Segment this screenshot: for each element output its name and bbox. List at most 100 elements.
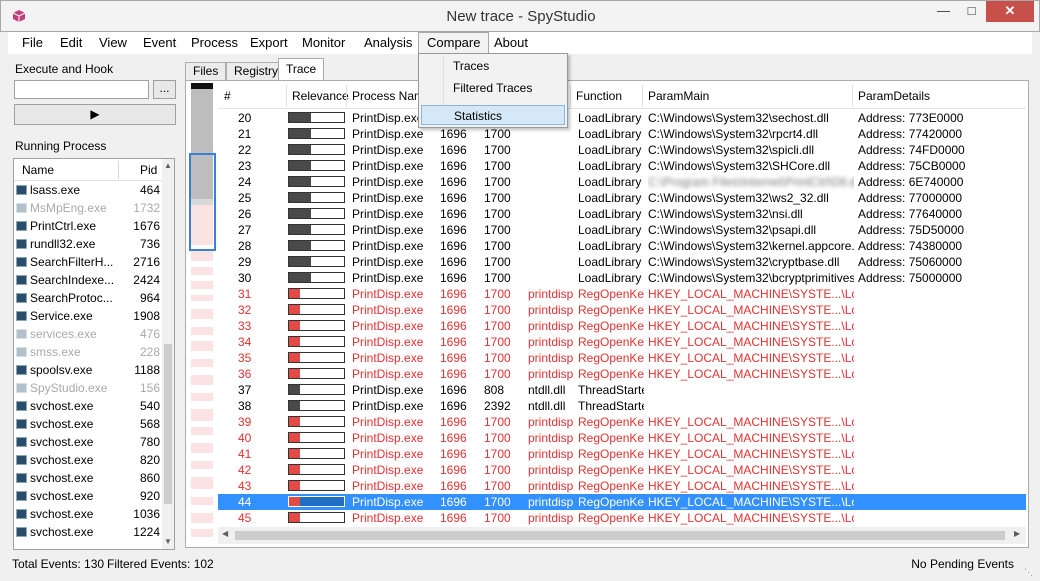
cell-number: 22 (238, 143, 252, 157)
trace-row[interactable]: 43 PrintDisp.exe 1696 1700 printdisp. RegOpen… (218, 478, 1026, 494)
minimap-block (191, 341, 213, 351)
column-pid[interactable]: Pid (140, 163, 157, 177)
trace-row[interactable]: 20PrintDisp.exe16961700LoadLibraryC:\Win… (218, 110, 1026, 126)
trace-row[interactable]: 44 PrintDisp.exe 1696 1700 printdisp. RegOpen… (218, 494, 1026, 510)
menu-export[interactable]: Export (242, 32, 296, 54)
process-row[interactable]: rundll32.exe 736 (14, 235, 164, 253)
process-row[interactable]: lsass.exe 464 (14, 181, 164, 199)
trace-row[interactable]: 21 PrintDisp.exe 1696 1700 LoadLibrary C:\Win… (218, 126, 1026, 142)
tab-files[interactable]: Files (185, 62, 227, 80)
trace-row[interactable]: 42 PrintDisp.exe 1696 1700 printdisp. RegOpen… (218, 462, 1026, 478)
column-param-details[interactable]: ParamDetails (858, 89, 930, 103)
process-row[interactable]: SearchProtoc... 964 (14, 289, 164, 307)
trace-row[interactable]: 25 PrintDisp.exe 1696 1700 LoadLibrary C:\Win… (218, 190, 1026, 206)
process-list-scrollbar[interactable]: ▲ ▼ (162, 159, 174, 549)
cell-pid: 1696 (440, 399, 467, 413)
trace-row[interactable]: 41 PrintDisp.exe 1696 1700 printdisp. RegOpen… (218, 446, 1026, 462)
scroll-left-arrow-icon[interactable]: ◀ (222, 529, 228, 538)
browse-button[interactable]: ... (153, 80, 176, 99)
scroll-right-arrow-icon[interactable]: ▶ (1014, 529, 1020, 538)
process-row[interactable]: svchost.exe 780 (14, 433, 164, 451)
trace-row[interactable]: 33 PrintDisp.exe 1696 1700 printdisp. RegOpen… (218, 318, 1026, 334)
cell-process-name: PrintDisp.exe (352, 287, 424, 301)
process-row[interactable]: svchost.exe 860 (14, 469, 164, 487)
trace-grid[interactable]: # Relevance Process Name Function ParamM… (218, 83, 1026, 545)
process-row[interactable]: svchost.exe 540 (14, 397, 164, 415)
column-number[interactable]: # (224, 89, 231, 103)
process-row[interactable]: svchost.exe 920 (14, 487, 164, 505)
menu-item-traces[interactable]: Traces (441, 56, 565, 76)
trace-row[interactable]: 38 PrintDisp.exe 1696 2392 ntdll.dll ThreadSt… (218, 398, 1026, 414)
trace-row[interactable]: 29 PrintDisp.exe 1696 1700 LoadLibrary C:\Win… (218, 254, 1026, 270)
column-function[interactable]: Function (576, 89, 622, 103)
menu-process[interactable]: Process (183, 32, 246, 54)
minimize-button[interactable]: — (930, 1, 957, 22)
menu-monitor[interactable]: Monitor (294, 32, 353, 54)
process-list[interactable]: Name Pid lsass.exe 464 MsMpEng.exe 1732 Prin… (13, 158, 175, 550)
trace-row[interactable]: 24 PrintDisp.exe 1696 1700 LoadLibrary C:\Pro… (218, 174, 1026, 190)
trace-row[interactable]: 35 PrintDisp.exe 1696 1700 printdisp. RegOpen… (218, 350, 1026, 366)
minimap-block (191, 327, 213, 335)
process-row[interactable]: svchost.exe 820 (14, 451, 164, 469)
menu-compare[interactable]: Compare (418, 32, 490, 54)
menu-edit[interactable]: Edit (52, 32, 90, 54)
scroll-thumb[interactable] (235, 531, 1005, 540)
menu-file[interactable]: File (14, 32, 51, 54)
process-icon (16, 311, 27, 321)
run-button[interactable]: ▶ (14, 104, 176, 125)
scroll-thumb[interactable] (164, 344, 172, 504)
menu-item-filtered-traces[interactable]: Filtered Traces (441, 78, 565, 98)
process-row[interactable]: smss.exe 228 (14, 343, 164, 361)
trace-row[interactable]: 23 PrintDisp.exe 1696 1700 LoadLibrary C:\Win… (218, 158, 1026, 174)
trace-row[interactable]: 37 PrintDisp.exe 1696 808 ntdll.dll ThreadSta… (218, 382, 1026, 398)
menu-event[interactable]: Event (135, 32, 184, 54)
maximize-button[interactable]: □ (958, 1, 985, 22)
trace-row[interactable]: 27 PrintDisp.exe 1696 1700 LoadLibrary C:\Win… (218, 222, 1026, 238)
relevance-fill (289, 353, 300, 362)
trace-row[interactable]: 30 PrintDisp.exe 1696 1700 LoadLibrary C:\Win… (218, 270, 1026, 286)
process-row[interactable]: MsMpEng.exe 1732 (14, 199, 164, 217)
trace-minimap[interactable] (189, 83, 216, 545)
column-param-main[interactable]: ParamMain (648, 89, 709, 103)
column-name[interactable]: Name (22, 163, 54, 177)
close-button[interactable]: ✕ (986, 1, 1034, 22)
process-row[interactable]: Service.exe 1908 (14, 307, 164, 325)
menu-item-statistics[interactable]: Statistics (421, 105, 565, 125)
minimap-viewport[interactable] (189, 153, 216, 251)
trace-row[interactable]: 36 PrintDisp.exe 1696 1700 printdisp. RegOpen… (218, 366, 1026, 382)
menu-view[interactable]: View (91, 32, 135, 54)
cell-process-name: PrintDisp.exe (352, 415, 424, 429)
trace-row[interactable]: 39 PrintDisp.exe 1696 1700 printdisp. RegOpen… (218, 414, 1026, 430)
scroll-up-arrow-icon[interactable]: ▲ (162, 161, 174, 170)
menu-about[interactable]: About (486, 32, 536, 54)
process-row[interactable]: SpyStudio.exe 156 (14, 379, 164, 397)
trace-row[interactable]: 28 PrintDisp.exe 1696 1700 LoadLibrary C:\Win… (218, 238, 1026, 254)
process-row[interactable]: services.exe 476 (14, 325, 164, 343)
cell-function: ThreadStarte (578, 399, 644, 413)
menu-analysis[interactable]: Analysis (356, 32, 420, 54)
trace-row[interactable]: 26 PrintDisp.exe 1696 1700 LoadLibrary C:\Win… (218, 206, 1026, 222)
process-row[interactable]: SearchFilterH... 2716 (14, 253, 164, 271)
trace-row[interactable]: 22 PrintDisp.exe 1696 1700 LoadLibrary C:\Win… (218, 142, 1026, 158)
trace-row[interactable]: 34 PrintDisp.exe 1696 1700 printdisp. RegOpen… (218, 334, 1026, 350)
cell-tid: 1700 (484, 511, 511, 525)
process-row[interactable]: svchost.exe 568 (14, 415, 164, 433)
trace-row[interactable]: 32 PrintDisp.exe 1696 1700 printdisp. RegOpen… (218, 302, 1026, 318)
process-row[interactable]: spoolsv.exe 1188 (14, 361, 164, 379)
cell-number: 45 (238, 511, 252, 525)
trace-row[interactable]: 40 PrintDisp.exe 1696 1700 printdisp. RegOpen… (218, 430, 1026, 446)
process-row[interactable]: svchost.exe 1224 (14, 523, 164, 541)
cell-param-details: Address: 77640000 (858, 207, 963, 221)
trace-horizontal-scrollbar[interactable]: ◀ ▶ (218, 527, 1026, 544)
column-relevance[interactable]: Relevance (292, 89, 349, 103)
trace-row[interactable]: 31 PrintDisp.exe 1696 1700 printdisp. RegOpen… (218, 286, 1026, 302)
process-row[interactable]: SearchIndexe... 2424 (14, 271, 164, 289)
tab-registry[interactable]: Registry (226, 62, 287, 80)
tab-trace[interactable]: Trace (278, 58, 325, 81)
executable-path-input[interactable] (14, 80, 149, 99)
resize-grip-icon[interactable]: ⋱ (1024, 567, 1034, 577)
process-row[interactable]: PrintCtrl.exe 1676 (14, 217, 164, 235)
scroll-down-arrow-icon[interactable]: ▼ (162, 537, 174, 546)
trace-row[interactable]: 45 PrintDisp.exe 1696 1700 printdisp. RegOpen… (218, 510, 1026, 526)
process-row[interactable]: svchost.exe 1036 (14, 505, 164, 523)
